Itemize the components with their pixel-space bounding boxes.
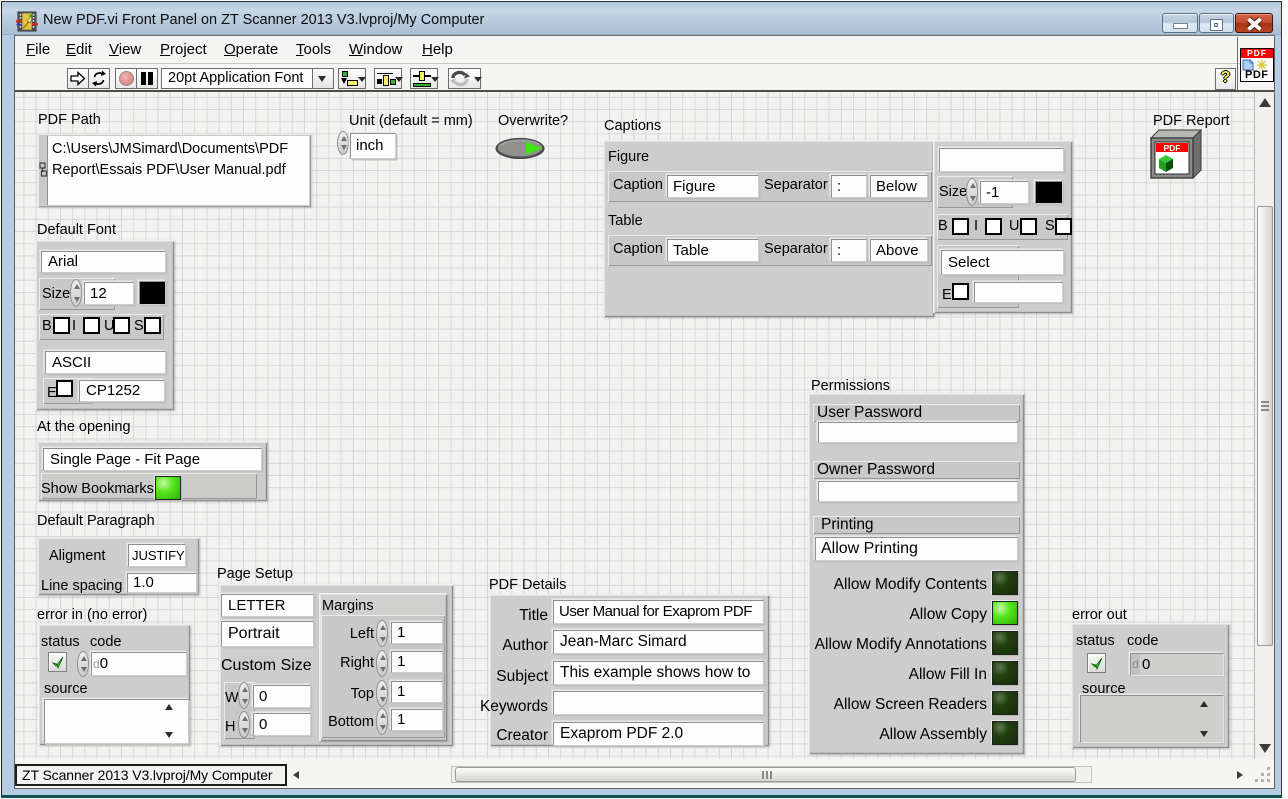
svg-text:PDF: PDF bbox=[1164, 143, 1181, 153]
